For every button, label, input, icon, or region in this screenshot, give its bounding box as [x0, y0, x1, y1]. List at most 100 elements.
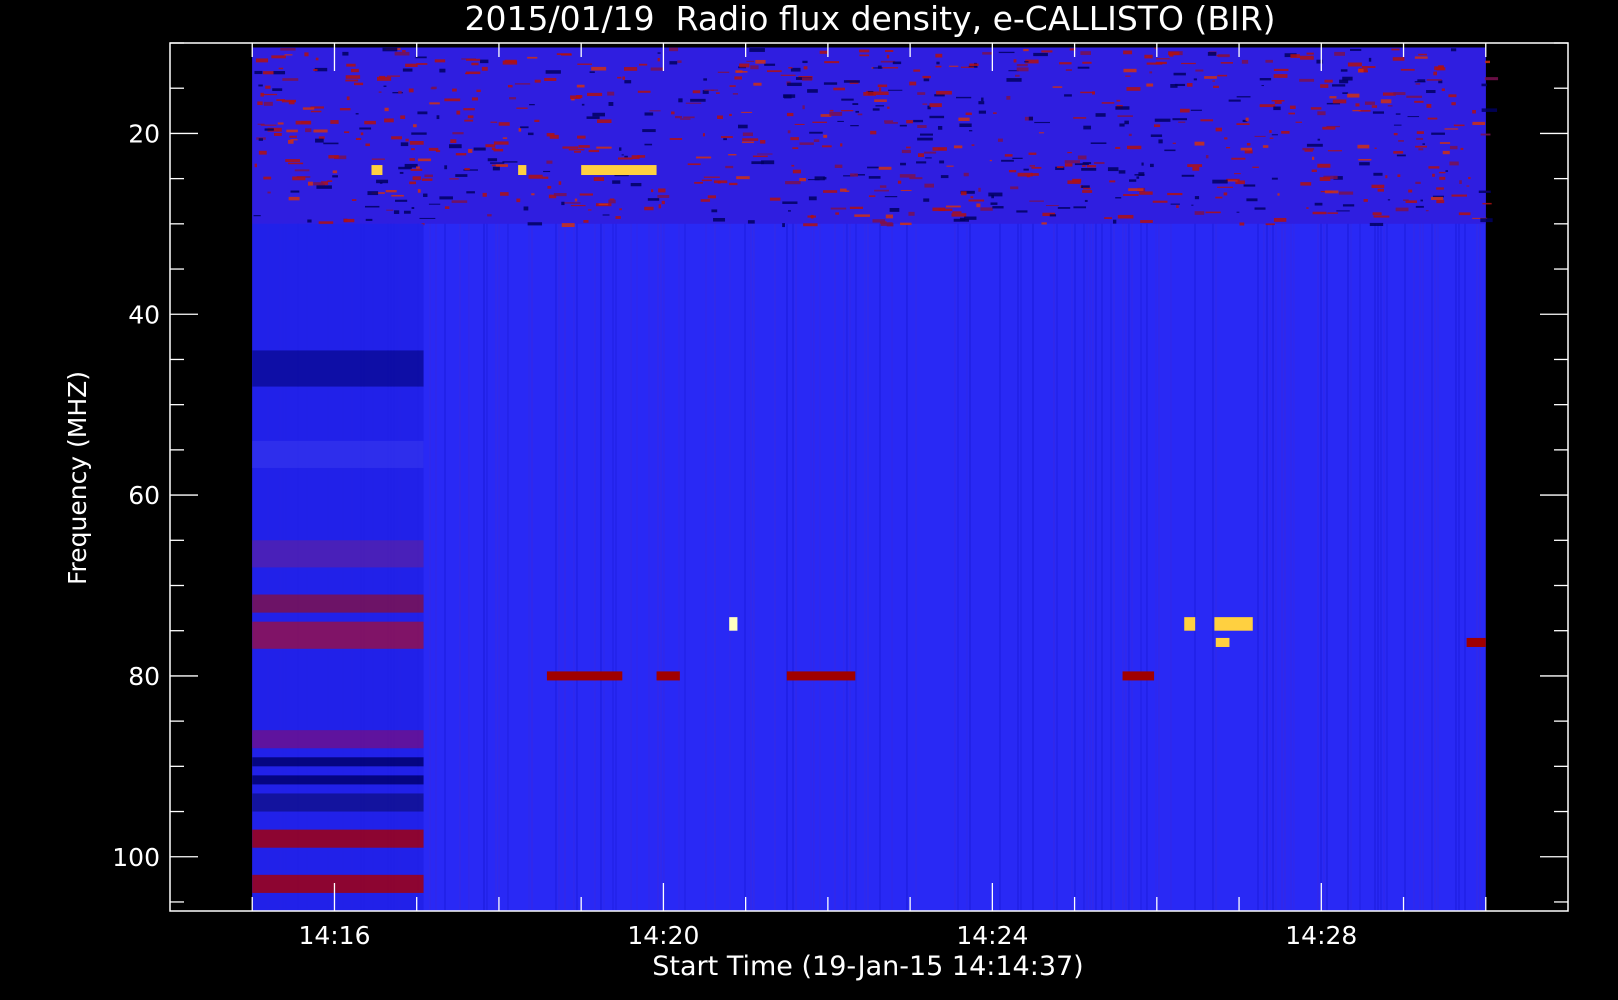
- interference-speck: [1295, 121, 1302, 123]
- interference-speck: [849, 206, 864, 210]
- interference-speck: [980, 207, 993, 211]
- interference-speck: [452, 132, 464, 135]
- interference-speck: [1109, 180, 1116, 183]
- interference-speck: [644, 206, 654, 211]
- interference-speck: [932, 207, 946, 212]
- interference-speck: [1082, 165, 1086, 167]
- interference-speck: [273, 133, 282, 136]
- interference-speck: [416, 63, 428, 65]
- interference-speck: [870, 130, 877, 135]
- interference-speck: [1372, 212, 1382, 216]
- interference-speck: [403, 210, 411, 214]
- interference-speck: [1213, 85, 1219, 88]
- interference-speck: [288, 162, 304, 165]
- interference-speck: [1141, 162, 1144, 166]
- interference-speck: [970, 196, 974, 199]
- interference-speck: [1149, 71, 1153, 74]
- interference-speck: [725, 165, 734, 169]
- interference-speck: [790, 137, 799, 141]
- interference-speck: [1445, 170, 1449, 172]
- interference-speck: [1112, 219, 1117, 224]
- interference-speck: [304, 52, 309, 57]
- interference-speck: [1414, 100, 1424, 103]
- interference-speck: [755, 59, 766, 64]
- interference-speck: [529, 104, 535, 106]
- interference-speck: [757, 153, 773, 155]
- interference-speck: [823, 134, 828, 138]
- interference-speck: [577, 135, 586, 139]
- interference-speck: [577, 63, 592, 65]
- interference-speck: [929, 103, 942, 108]
- interference-speck: [379, 75, 386, 79]
- interference-speck: [485, 144, 496, 148]
- interference-speck: [1205, 211, 1221, 214]
- interference-speck: [715, 92, 720, 94]
- interference-speck: [819, 50, 829, 54]
- interference-speck: [593, 177, 605, 182]
- interference-speck: [1023, 48, 1029, 52]
- interference-speck: [1420, 199, 1423, 202]
- burst-mark: [656, 671, 680, 681]
- interference-speck: [1358, 68, 1364, 73]
- interference-speck: [468, 148, 473, 153]
- interference-speck: [1194, 141, 1205, 146]
- interference-speck: [649, 110, 661, 112]
- interference-speck: [965, 112, 972, 116]
- interference-speck: [288, 100, 295, 105]
- interference-speck: [960, 191, 967, 196]
- interference-speck: [1451, 102, 1456, 106]
- interference-speck: [421, 178, 433, 181]
- interference-speck: [409, 158, 415, 161]
- interference-speck: [829, 109, 834, 112]
- interference-speck: [280, 48, 296, 51]
- interference-speck: [792, 169, 802, 174]
- interference-speck: [880, 222, 893, 226]
- interference-speck: [859, 49, 870, 53]
- interference-speck: [360, 132, 364, 136]
- interference-speck: [700, 199, 711, 202]
- interference-speck: [444, 206, 450, 209]
- interference-speck: [1369, 222, 1384, 227]
- interference-speck: [313, 182, 324, 186]
- interference-speck: [917, 153, 925, 158]
- interference-speck: [1453, 124, 1465, 127]
- interference-speck: [562, 146, 579, 149]
- interference-speck: [1306, 52, 1314, 55]
- interference-speck: [956, 96, 972, 99]
- interference-speck: [1273, 74, 1288, 78]
- interference-speck: [597, 119, 612, 124]
- interference-speck: [837, 120, 844, 122]
- interference-speck: [868, 176, 881, 179]
- interference-speck: [346, 63, 356, 67]
- interference-speck: [750, 65, 759, 70]
- interference-speck: [1317, 163, 1331, 168]
- interference-speck: [1016, 64, 1028, 67]
- interference-speck: [1363, 199, 1368, 202]
- interference-speck: [694, 181, 703, 184]
- interference-speck: [596, 146, 612, 149]
- interference-speck: [785, 181, 801, 185]
- interference-speck: [1144, 54, 1153, 59]
- interference-speck: [1355, 103, 1360, 107]
- interference-speck: [906, 146, 911, 149]
- interference-speck: [1340, 69, 1348, 72]
- interference-speck: [998, 51, 1015, 54]
- startup-strip-line: [252, 730, 424, 749]
- interference-speck: [1080, 91, 1094, 94]
- interference-speck: [1028, 152, 1037, 155]
- interference-speck: [978, 187, 981, 192]
- interference-speck: [1241, 59, 1249, 64]
- interference-speck: [1254, 135, 1266, 138]
- interference-speck: [887, 89, 903, 91]
- interference-speck: [1357, 144, 1370, 149]
- burst-mark: [729, 617, 738, 631]
- interference-speck: [707, 195, 716, 199]
- interference-speck: [1015, 74, 1020, 77]
- interference-speck: [423, 193, 428, 197]
- interference-speck: [586, 116, 600, 119]
- interference-speck: [909, 81, 917, 86]
- burst-mark: [1466, 637, 1486, 647]
- interference-speck: [1377, 188, 1385, 192]
- interference-speck: [310, 110, 322, 113]
- interference-speck: [1398, 140, 1404, 142]
